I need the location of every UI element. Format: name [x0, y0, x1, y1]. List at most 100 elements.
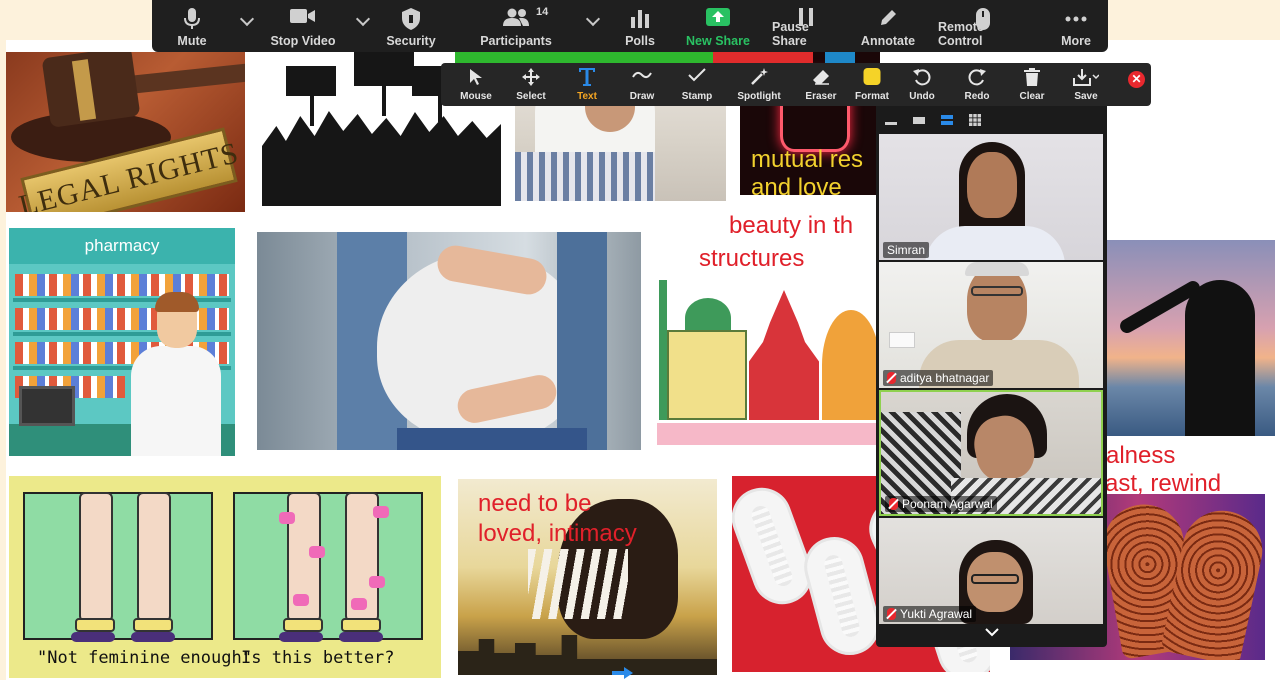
stamp-tool-button[interactable]: Stamp	[670, 63, 724, 106]
pause-share-button[interactable]: Pause Share	[772, 0, 840, 52]
spotlight-tool-button[interactable]: Spotlight	[732, 63, 786, 106]
protest-sign	[286, 66, 336, 96]
squiggle-icon	[632, 71, 652, 79]
participant-video-tile[interactable]: Yukti Agrawal	[879, 518, 1103, 624]
format-tool-label: Format	[855, 91, 889, 102]
clear-label: Clear	[1019, 91, 1045, 102]
save-button[interactable]: Save	[1059, 63, 1113, 106]
eraser-tool-label: Eraser	[805, 91, 837, 102]
annotation-toolbar: Mouse Select Text Draw Stamp Spotlight E…	[441, 63, 1151, 106]
participant-glasses	[971, 574, 1019, 584]
participant-video-tile[interactable]: aditya bhatnagar	[879, 262, 1103, 388]
draw-tool-button[interactable]: Draw	[615, 63, 669, 106]
muted-microphone-icon	[887, 608, 896, 620]
participants-count-badge: 14	[536, 6, 549, 18]
silhouette-body	[1185, 280, 1255, 436]
cardigan	[557, 232, 607, 450]
mute-button[interactable]: Mute	[168, 0, 216, 52]
silhouette-sunset-image	[1105, 240, 1275, 436]
clear-button[interactable]: Clear	[1005, 63, 1059, 106]
ground	[657, 423, 880, 445]
pharmacist-coat	[131, 346, 221, 456]
participant-name: Simran	[887, 243, 926, 257]
participant-face	[967, 152, 1017, 218]
trash-icon	[1024, 68, 1040, 86]
share-screen-icon	[706, 8, 730, 26]
shorts	[515, 152, 655, 201]
sock	[75, 618, 115, 632]
pause-icon	[799, 8, 813, 26]
new-share-label: New Share	[686, 34, 750, 48]
more-button[interactable]: More	[1058, 0, 1094, 52]
undo-label: Undo	[909, 91, 935, 102]
strip-view-icon[interactable]	[940, 114, 954, 126]
redo-button[interactable]: Redo	[950, 63, 1004, 106]
pink-bow	[279, 512, 295, 524]
stop-video-button[interactable]: Stop Video	[270, 0, 336, 52]
gallery-grid-icon[interactable]	[968, 114, 982, 126]
leg	[137, 492, 171, 622]
shield-icon	[402, 8, 420, 30]
medicine-shelf	[15, 274, 229, 296]
mute-options-chevron-icon[interactable]	[240, 14, 254, 28]
participants-icon	[503, 8, 529, 26]
select-tool-button[interactable]: Select	[504, 63, 558, 106]
video-options-chevron-icon[interactable]	[356, 14, 370, 28]
participant-glasses	[971, 286, 1023, 296]
hands	[528, 549, 628, 619]
close-annotation-icon[interactable]: ✕	[1128, 71, 1145, 88]
pencil-icon	[881, 10, 896, 25]
monitor-icon	[19, 386, 75, 426]
format-tool-button[interactable]: Format	[845, 63, 899, 106]
redo-label: Redo	[964, 91, 990, 102]
participant-hair	[965, 262, 1029, 276]
participant-name-label: aditya bhatnagar	[883, 370, 994, 386]
new-share-button[interactable]: New Share	[686, 0, 750, 52]
text-tool-label: Text	[577, 91, 597, 102]
shelf	[13, 332, 231, 336]
mouse-icon	[976, 8, 990, 30]
chevron-down-icon[interactable]	[983, 626, 1001, 638]
shoe	[71, 632, 115, 642]
participant-face	[967, 266, 1027, 342]
participants-options-chevron-icon[interactable]	[586, 14, 600, 28]
comic-panel-left	[23, 492, 213, 640]
pad	[797, 530, 887, 662]
shelf	[13, 298, 231, 302]
participant-video-tile-active[interactable]: Poonam Agarwal	[879, 390, 1103, 516]
pink-bow	[373, 506, 389, 518]
pregnancy-image	[257, 232, 641, 450]
pharmacist-hair	[155, 292, 199, 312]
annotate-button[interactable]: Annotate	[861, 0, 915, 52]
participant-name-label: Poonam Agarwal	[885, 496, 997, 512]
participant-name: aditya bhatnagar	[900, 371, 990, 385]
eraser-tool-button[interactable]: Eraser	[794, 63, 848, 106]
security-button[interactable]: Security	[386, 0, 436, 52]
temple	[749, 290, 819, 420]
remote-control-button[interactable]: Remote Control	[938, 0, 1028, 52]
text-tool-button[interactable]: Text	[560, 63, 614, 106]
save-label: Save	[1074, 91, 1098, 102]
redo-icon	[968, 69, 986, 86]
jeans	[397, 428, 587, 450]
muted-microphone-icon	[887, 372, 896, 384]
shoe	[279, 632, 323, 642]
leg	[79, 492, 113, 622]
pad	[732, 479, 821, 613]
minimize-icon[interactable]	[884, 114, 898, 126]
pharmacy-image: pharmacy	[9, 228, 235, 456]
church-dome	[822, 310, 880, 420]
participant-shirt	[925, 226, 1065, 260]
participants-button[interactable]: 14 Participants	[480, 0, 552, 52]
active-speaker-view-icon[interactable]	[912, 114, 926, 126]
bar-chart-icon	[631, 10, 649, 28]
protest-sign	[310, 96, 314, 126]
comic-caption-left: "Not feminine enough"	[37, 648, 252, 668]
mouse-tool-button[interactable]: Mouse	[449, 63, 503, 106]
participant-video-tile[interactable]: Simran	[879, 134, 1103, 260]
polls-button[interactable]: Polls	[618, 0, 662, 52]
mute-label: Mute	[177, 34, 207, 48]
pink-bow	[309, 546, 325, 558]
undo-button[interactable]: Undo	[895, 63, 949, 106]
sock	[341, 618, 381, 632]
